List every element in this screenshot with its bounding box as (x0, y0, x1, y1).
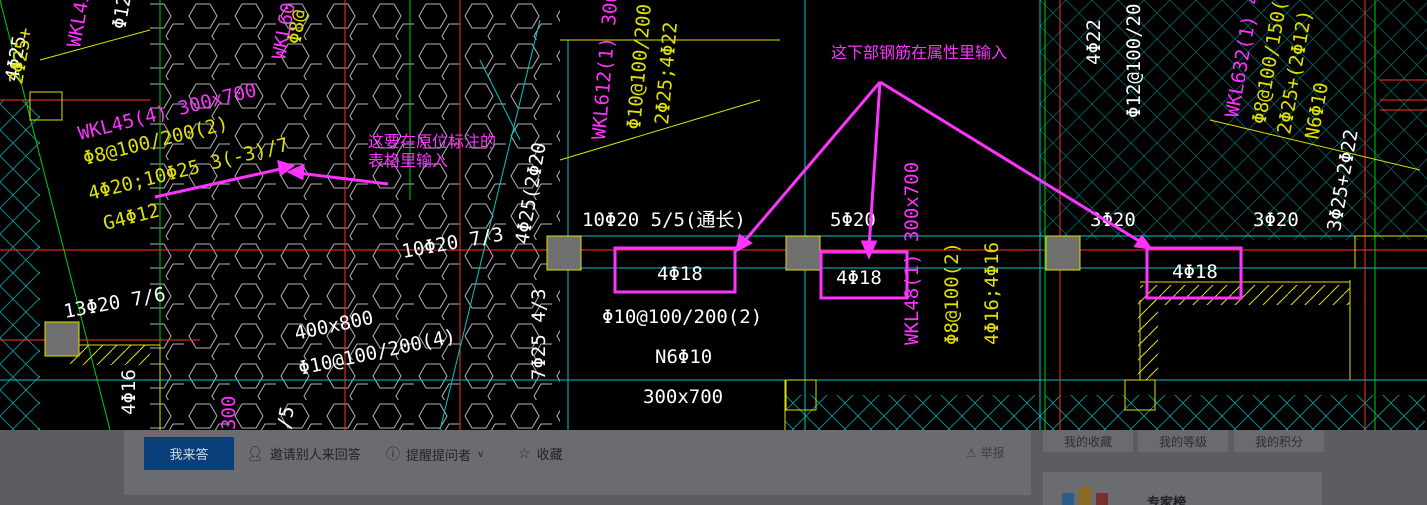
my-favorites-button[interactable]: 我的收藏 (1043, 430, 1133, 452)
report-link[interactable]: ⚠ 举报 (966, 444, 1005, 461)
my-level-button[interactable]: 我的等级 (1138, 430, 1228, 452)
cad-drawing[interactable]: 10Φ20 5/5(通长) 5Φ20 3Φ20 3Φ20 10Φ20 7/3 Φ… (0, 0, 1427, 430)
report-label: 举报 (980, 446, 1005, 460)
bottom-left-num: 300 (218, 396, 240, 430)
left-4phi16: 4Φ16 (118, 369, 140, 415)
wkl612-bars: 2Φ25;4Φ22 (651, 21, 682, 125)
chevron-down-icon: ∨ (477, 448, 485, 460)
person-icon: 👤︎ (246, 445, 264, 462)
wkl612-name: WKL612(1) 300 (588, 0, 623, 140)
beam-size: 300x700 (643, 386, 723, 408)
wkl48-bars: 4Φ16;4Φ16 (981, 242, 1003, 345)
bottom-left-num2: /5 (273, 405, 299, 430)
boxed-label-2: 4Φ18 (836, 267, 882, 289)
top-span-4: 3Φ20 (1253, 209, 1299, 231)
info-icon: ⓘ (386, 447, 400, 463)
favorite-action[interactable]: ☆ 收藏 (518, 444, 563, 464)
answer-button[interactable]: 我来答 (144, 437, 234, 470)
mid-col-b: Φ12@100/20 (1123, 4, 1145, 118)
boxed-label-3: 4Φ18 (1172, 261, 1218, 283)
top-note: 这下部钢筋在属性里输入 (831, 43, 1007, 62)
beam-stirrup: Φ10@100/200(2) (602, 306, 762, 328)
warning-icon: ⚠ (966, 446, 977, 460)
remind-label: 提醒提问者 (406, 448, 472, 464)
top-left-c: Φ12 (108, 0, 136, 31)
screenshot: 10Φ20 5/5(通长) 5Φ20 3Φ20 3Φ20 10Φ20 7/3 Φ… (0, 0, 1427, 505)
top-left-b: WKL45 (63, 0, 95, 49)
left-note-line1: 这要在原位标注的 (368, 132, 496, 151)
wkl48-stirrup: Φ8@100(2) (941, 242, 963, 345)
invite-action[interactable]: 👤︎ 邀请别人来回答 (246, 444, 361, 464)
wkl612-stirrup: Φ10@100/200 (623, 3, 656, 130)
my-points-button[interactable]: 我的积分 (1234, 430, 1324, 452)
boxed-label-1: 4Φ18 (657, 263, 703, 285)
invite-label: 邀请别人来回答 (269, 448, 361, 463)
mid-col-a: 4Φ22 (1083, 19, 1105, 65)
left-note-line2: 表格里输入 (368, 151, 448, 170)
favorite-label: 收藏 (536, 448, 563, 463)
top-span-3: 3Φ20 (1090, 209, 1136, 231)
remind-action[interactable]: ⓘ 提醒提问者 ∨ (386, 444, 484, 464)
expert-title: 专家榜 (1147, 496, 1187, 505)
v-725: 7Φ25 4/3 (528, 288, 550, 380)
top-span-1: 10Φ20 5/5(通长) (582, 209, 746, 231)
beam-n: N6Φ10 (655, 346, 712, 368)
boxed-labels: 4Φ18 4Φ18 4Φ18 (613, 246, 1243, 300)
expert-badge-icon (1062, 487, 1108, 505)
star-icon: ☆ (518, 445, 531, 462)
